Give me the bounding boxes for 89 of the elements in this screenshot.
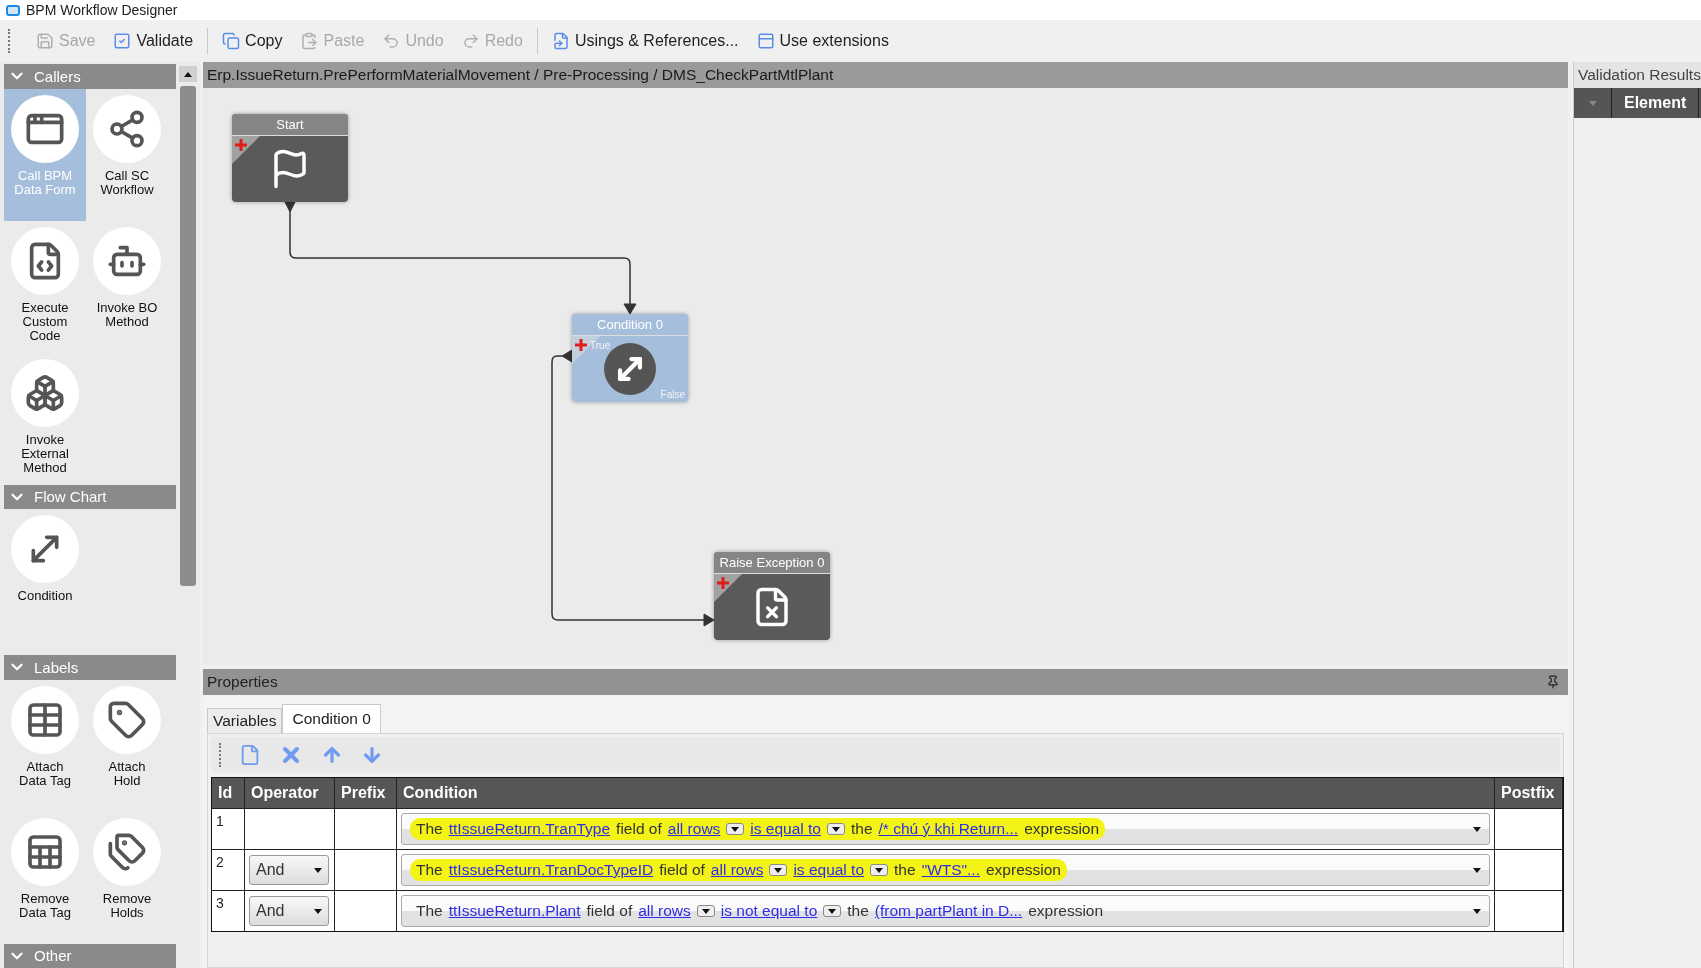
workflow-node[interactable]: Raise Exception 0 <box>714 552 830 640</box>
true-label: True <box>590 340 611 351</box>
row-id: 3 <box>216 895 224 911</box>
dropdown-icon[interactable] <box>870 864 889 876</box>
condition-link[interactable]: is equal to <box>750 820 821 838</box>
dropdown-icon[interactable] <box>696 905 715 917</box>
condition-link[interactable]: /* chú ý khi Return... <box>878 820 1019 838</box>
paste-icon <box>300 32 319 50</box>
toolbar-button[interactable]: Use extensions <box>750 28 895 54</box>
arrow-down-icon[interactable] <box>361 744 383 766</box>
tab[interactable]: Condition 0 <box>282 704 381 733</box>
save-icon <box>36 32 54 50</box>
arrow-up-icon[interactable] <box>321 744 343 766</box>
row-id: 1 <box>216 813 224 829</box>
workflow-node[interactable]: Start <box>232 114 348 202</box>
condition-link[interactable]: ttIssueReturn.TranType <box>448 820 611 838</box>
plus-icon[interactable] <box>717 577 729 589</box>
scrollbar-thumb[interactable] <box>180 86 196 586</box>
condition-text: the <box>847 902 869 920</box>
condition-link[interactable]: ttIssueReturn.Plant <box>448 902 581 920</box>
condition-link[interactable]: is not equal to <box>720 902 818 920</box>
palette-item[interactable]: Condition <box>4 509 86 641</box>
condition-text: expression <box>1024 820 1100 838</box>
toolbar-button[interactable]: Copy <box>216 28 289 54</box>
palette-item[interactable]: Attach Hold <box>86 679 168 812</box>
condition-text: The <box>416 902 443 920</box>
dropdown-icon[interactable] <box>827 823 845 835</box>
palette-item[interactable]: Execute Custom Code <box>4 220 86 353</box>
checkbox-icon <box>113 32 132 50</box>
condition-link[interactable]: (from partPlant in D... <box>874 902 1023 920</box>
operator-dropdown[interactable]: And <box>249 896 329 926</box>
palette-item[interactable]: Remove Data Tag <box>4 811 86 944</box>
condition-text: field of <box>616 820 662 838</box>
condition-text: The <box>416 820 443 838</box>
operator-dropdown[interactable]: And <box>249 855 329 885</box>
document-arrow-icon <box>551 32 570 50</box>
new-document-icon[interactable] <box>239 744 261 766</box>
palette-item[interactable]: Attach Data Tag <box>4 679 86 812</box>
tab[interactable]: Variables <box>207 708 283 733</box>
condition-text: field of <box>586 902 633 920</box>
caret-icon <box>1473 826 1481 832</box>
caret-icon <box>314 867 322 873</box>
panel-title: Properties <box>207 673 278 691</box>
caret-icon <box>1473 908 1481 914</box>
palette-item[interactable]: Invoke External Method <box>4 352 86 485</box>
scroll-up-icon[interactable] <box>179 66 197 82</box>
condition-text: field of <box>659 861 705 879</box>
undo-icon <box>382 32 401 50</box>
app-icon <box>6 4 20 16</box>
condition-link[interactable]: all rows <box>710 861 764 879</box>
toolbar-button[interactable]: Usings & References... <box>545 28 745 54</box>
palette-item[interactable]: Remove Holds <box>86 811 168 944</box>
dropdown-icon[interactable] <box>769 864 788 876</box>
condition-text: the <box>851 820 873 838</box>
condition-text: expression <box>1028 902 1104 920</box>
row-id: 2 <box>216 854 224 870</box>
condition-link[interactable]: all rows <box>638 902 691 920</box>
condition-text: the <box>894 861 916 879</box>
column-header[interactable]: Condition <box>397 778 1495 808</box>
dropdown-icon[interactable] <box>823 905 842 917</box>
plus-icon[interactable] <box>575 339 587 351</box>
condition-text: The <box>416 861 443 879</box>
panel-title: Validation Results <box>1574 62 1701 88</box>
condition-link[interactable]: is equal to <box>793 861 865 879</box>
condition-dropdown[interactable]: The ttIssueReturn.TranType field of all rows is equal to the /* chú ý khi Return... expression <box>401 813 1490 845</box>
condition-dropdown[interactable]: The ttIssueReturn.TranDocTypeID field of all rows is equal to the "WTS"... expression <box>401 854 1490 886</box>
column-header[interactable]: Id <box>212 778 245 808</box>
condition-link[interactable]: "WTS"... <box>921 861 980 879</box>
column-header[interactable]: Prefix <box>335 778 397 808</box>
caret-icon <box>314 908 322 914</box>
palette-item[interactable]: Call SC Workflow <box>86 88 168 221</box>
palette-item[interactable]: Invoke BO Method <box>86 220 168 353</box>
column-header[interactable]: Postfix <box>1495 778 1563 808</box>
window-title: BPM Workflow Designer <box>26 2 178 18</box>
condition-link[interactable]: all rows <box>667 820 721 838</box>
pin-icon[interactable] <box>1546 675 1560 689</box>
dropdown-icon[interactable] <box>726 823 745 835</box>
plus-icon[interactable] <box>235 139 247 151</box>
copy-icon <box>222 32 241 50</box>
false-label: False <box>660 389 685 400</box>
column-header[interactable]: Operator <box>245 778 335 808</box>
breadcrumb: Erp.IssueReturn.PrePerformMaterialMovement / Pre-Processing / DMS_CheckPartMtlPlant <box>203 62 1568 88</box>
toolbar-button[interactable]: Validate <box>107 28 200 54</box>
window-icon <box>756 32 775 50</box>
redo-icon <box>461 32 480 50</box>
condition-text: expression <box>986 861 1061 879</box>
caret-icon <box>1473 867 1481 873</box>
condition-dropdown[interactable]: The ttIssueReturn.Plant field of all rows is not equal to the (from partPlant in D... expression <box>401 895 1490 927</box>
condition-link[interactable]: ttIssueReturn.TranDocTypeID <box>448 861 654 879</box>
